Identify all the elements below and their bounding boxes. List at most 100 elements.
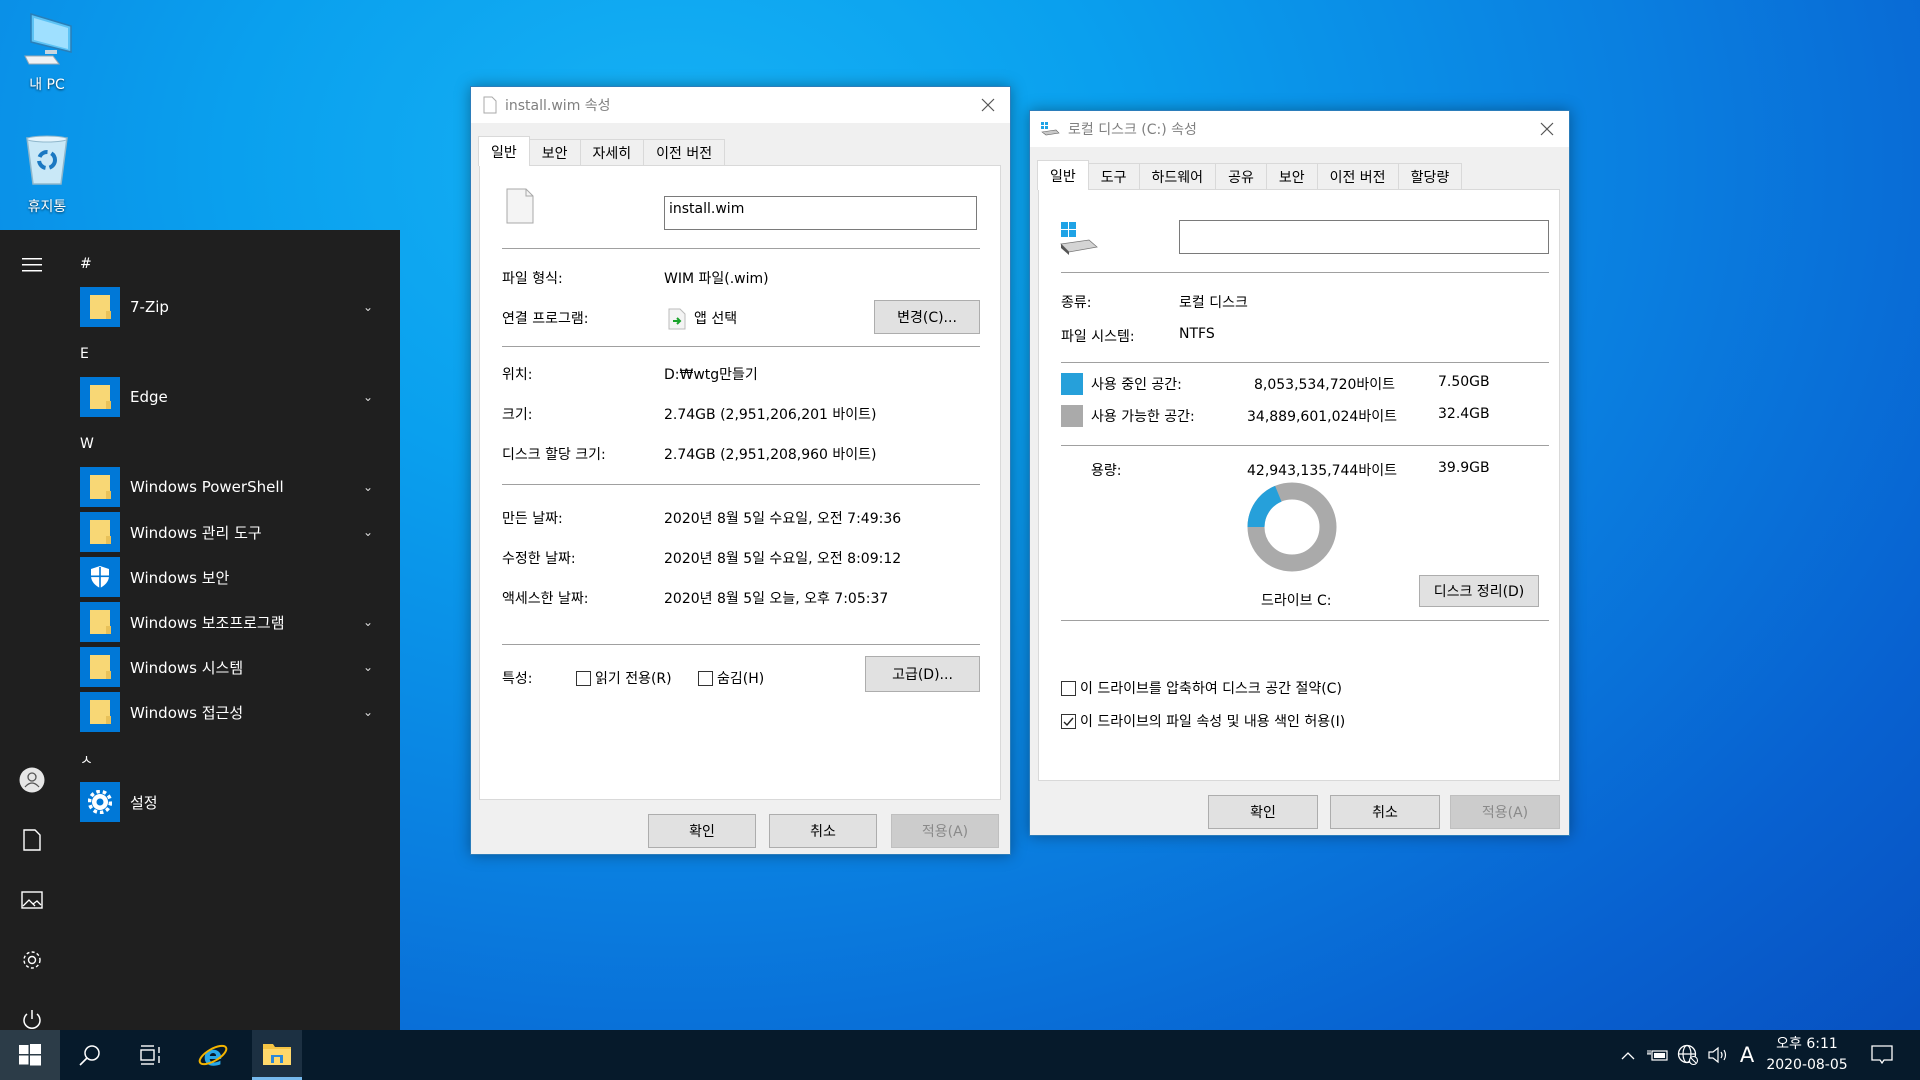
desktop-icon-this-pc[interactable]: 내 PC [2, 10, 92, 94]
folder-icon [80, 287, 120, 327]
used-space-label: 사용 중인 공간: [1091, 377, 1182, 393]
battery-charging-icon [1647, 1050, 1668, 1061]
tab-sharing[interactable]: 공유 [1215, 163, 1267, 189]
clock-date: 2020-08-05 [1766, 1057, 1848, 1073]
app-item-windows-admin-tools[interactable]: Windows 관리 도구 ⌄ [80, 512, 380, 552]
tab-quota[interactable]: 할당량 [1397, 163, 1463, 189]
computer-icon [24, 12, 72, 65]
app-item-windows-security[interactable]: Windows 보안 [80, 557, 380, 597]
chevron-down-icon[interactable]: ⌄ [356, 525, 380, 539]
start-rail [0, 230, 64, 1030]
cancel-button[interactable]: 취소 [1330, 795, 1440, 829]
free-space-swatch [1061, 405, 1083, 427]
apply-button[interactable]: 적용(A) [1450, 795, 1560, 829]
volume-label-input[interactable] [1179, 220, 1549, 254]
chevron-down-icon[interactable]: ⌄ [356, 615, 380, 629]
user-account-button[interactable] [12, 760, 52, 800]
battery-button[interactable] [1645, 1030, 1671, 1080]
tab-security[interactable]: 보안 [528, 139, 581, 165]
app-item-windows-accessories[interactable]: Windows 보조프로그램 ⌄ [80, 602, 380, 642]
internet-explorer-button[interactable]: e [188, 1030, 238, 1080]
documents-button[interactable] [12, 820, 52, 860]
divider [502, 248, 980, 249]
tab-general[interactable]: 일반 [1037, 160, 1089, 190]
tab-previous-versions[interactable]: 이전 버전 [1316, 163, 1399, 189]
compress-drive-checkbox[interactable]: 이 드라이브를 압축하여 디스크 공간 절약(C) [1061, 678, 1342, 698]
app-label: Edge [130, 388, 168, 406]
desktop-icon-recycle-bin[interactable]: 휴지통 [2, 132, 92, 216]
close-button[interactable] [1535, 117, 1559, 141]
volume-button[interactable] [1705, 1030, 1731, 1080]
chevron-down-icon[interactable]: ⌄ [356, 300, 380, 314]
app-item-windows-powershell[interactable]: Windows PowerShell ⌄ [80, 467, 380, 507]
search-button[interactable] [65, 1030, 115, 1080]
disk-size-label: 디스크 할당 크기: [502, 447, 606, 463]
folder-icon [80, 692, 120, 732]
app-item-edge[interactable]: Edge ⌄ [80, 377, 380, 417]
pictures-button[interactable] [12, 880, 52, 920]
change-button[interactable]: 변경(C)... [874, 300, 980, 334]
group-header[interactable]: E [80, 346, 89, 362]
search-icon [79, 1045, 100, 1066]
app-item-settings[interactable]: 설정 [80, 782, 380, 822]
tab-general[interactable]: 일반 [478, 136, 530, 166]
checkbox-box[interactable] [576, 670, 591, 686]
hidden-label: 숨김(H) [717, 671, 765, 687]
internet-explorer-icon: e [198, 1039, 228, 1071]
group-header[interactable]: ㅅ [80, 750, 93, 770]
chevron-down-icon[interactable]: ⌄ [356, 480, 380, 494]
file-explorer-button[interactable] [252, 1030, 302, 1080]
file-explorer-icon [263, 1043, 291, 1065]
apply-button[interactable]: 적용(A) [891, 814, 999, 848]
group-header[interactable]: # [80, 256, 92, 272]
chevron-down-icon[interactable]: ⌄ [356, 705, 380, 719]
show-hidden-icons-button[interactable] [1615, 1030, 1641, 1080]
hidden-checkbox[interactable]: 숨김(H) [698, 668, 764, 688]
app-label: Windows 보안 [130, 568, 230, 587]
disk-properties-dialog: 로컬 디스크 (C:) 속성 일반 도구 하드웨어 공유 보안 이전 버전 할당… [1029, 110, 1570, 836]
chevron-down-icon[interactable]: ⌄ [356, 390, 380, 404]
app-item-windows-system[interactable]: Windows 시스템 ⌄ [80, 647, 380, 687]
divider [502, 346, 980, 347]
cancel-button[interactable]: 취소 [769, 814, 877, 848]
tab-details[interactable]: 자세히 [579, 139, 645, 165]
app-item-7zip[interactable]: 7-Zip ⌄ [80, 287, 380, 327]
checkmark-icon [1063, 717, 1074, 726]
settings-button[interactable] [12, 940, 52, 980]
close-button[interactable] [976, 93, 1000, 117]
tab-previous-versions[interactable]: 이전 버전 [643, 139, 726, 165]
action-center-button[interactable] [1862, 1030, 1902, 1080]
desktop-icon-label: 휴지통 [27, 199, 67, 215]
chevron-down-icon[interactable]: ⌄ [356, 660, 380, 674]
expand-menu-button[interactable] [12, 245, 52, 285]
app-item-windows-accessibility[interactable]: Windows 접근성 ⌄ [80, 692, 380, 732]
network-button[interactable] [1675, 1030, 1701, 1080]
index-label: 이 드라이브의 파일 속성 및 내용 색인 허용(I) [1080, 714, 1346, 730]
task-view-button[interactable] [125, 1030, 175, 1080]
file-type-value: WIM 파일(.wim) [664, 271, 769, 287]
ime-indicator[interactable]: A [1735, 1030, 1759, 1080]
usage-donut-chart [1247, 482, 1337, 572]
disk-cleanup-button[interactable]: 디스크 정리(D) [1419, 575, 1539, 607]
clock[interactable]: 오후 6:11 2020-08-05 [1762, 1034, 1852, 1076]
advanced-button[interactable]: 고급(D)... [865, 656, 980, 692]
tab-tools[interactable]: 도구 [1087, 163, 1140, 189]
start-button[interactable] [0, 1030, 60, 1080]
divider [1061, 445, 1549, 446]
filename-input[interactable]: install.wim [664, 196, 977, 230]
checkbox-box[interactable] [698, 670, 713, 686]
ok-button[interactable]: 확인 [648, 814, 756, 848]
group-header[interactable]: W [80, 436, 94, 452]
tab-hardware[interactable]: 하드웨어 [1138, 163, 1217, 189]
index-drive-checkbox[interactable]: 이 드라이브의 파일 속성 및 내용 색인 허용(I) [1061, 711, 1345, 731]
free-space-gb: 32.4GB [1438, 406, 1490, 422]
title-bar[interactable]: install.wim 속성 [471, 87, 1010, 123]
tab-security[interactable]: 보안 [1265, 163, 1318, 189]
capacity-label: 용량: [1091, 463, 1122, 479]
file-icon [506, 188, 534, 224]
readonly-checkbox[interactable]: 읽기 전용(R) [576, 668, 672, 688]
checkbox-box[interactable] [1061, 713, 1076, 729]
ok-button[interactable]: 확인 [1208, 795, 1318, 829]
title-bar[interactable]: 로컬 디스크 (C:) 속성 [1030, 111, 1569, 147]
checkbox-box[interactable] [1061, 680, 1076, 696]
